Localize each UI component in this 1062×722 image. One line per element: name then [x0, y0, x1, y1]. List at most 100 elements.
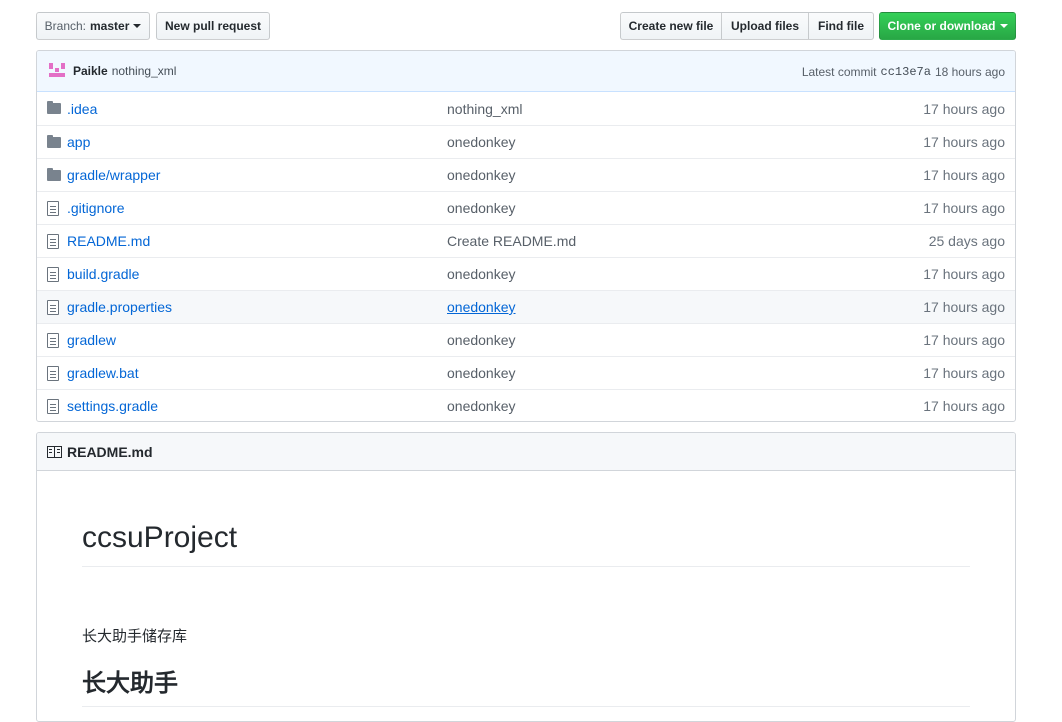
file-actions-group: Create new file Upload files Find file [620, 12, 874, 40]
file-name-cell: gradle/wrapper [67, 167, 447, 183]
file-row[interactable]: gradlew onedonkey 17 hours ago [37, 323, 1015, 356]
file-icon-cell [37, 365, 67, 381]
file-commit-message[interactable]: onedonkey [447, 134, 516, 150]
file-name-link[interactable]: gradle/wrapper [67, 167, 160, 183]
file-icon [47, 332, 59, 348]
file-icon [47, 398, 59, 414]
commit-meta: Latest commit cc13e7a 18 hours ago [802, 51, 1005, 92]
file-icon [47, 200, 59, 216]
file-commit-age: 17 hours ago [923, 200, 1005, 216]
file-commit-age: 17 hours ago [923, 365, 1005, 381]
chevron-down-icon [999, 24, 1008, 28]
clone-or-download-label: Clone or download [887, 19, 996, 33]
file-icon-cell [37, 200, 67, 216]
file-commit-age: 17 hours ago [923, 299, 1005, 315]
file-name-cell: app [67, 134, 447, 150]
readme-title: ccsuProject [82, 519, 970, 567]
file-icon [47, 299, 59, 315]
file-icon-cell [37, 299, 67, 315]
file-row[interactable]: gradle.properties onedonkey 17 hours ago [37, 290, 1015, 323]
file-name-link[interactable]: build.gradle [67, 266, 139, 282]
file-icon [47, 233, 59, 249]
file-name-link[interactable]: app [67, 134, 90, 150]
avatar[interactable] [47, 61, 67, 81]
file-name-link[interactable]: .gitignore [67, 200, 125, 216]
file-commit-message[interactable]: Create README.md [447, 233, 576, 249]
file-commit-age: 17 hours ago [923, 167, 1005, 183]
file-commit-age: 17 hours ago [923, 100, 1005, 117]
commit-author[interactable]: Paikle [73, 64, 108, 78]
file-name-cell: .gitignore [67, 200, 447, 216]
file-list: .idea nothing_xml 17 hours ago app onedonkey… [37, 92, 1015, 421]
file-row[interactable]: gradle/wrapper onedonkey 17 hours ago [37, 158, 1015, 191]
file-row[interactable]: .idea nothing_xml 17 hours ago [37, 92, 1015, 125]
file-toolbar: Branch: master New pull request Create n… [36, 12, 1016, 40]
file-commit-message[interactable]: onedonkey [447, 167, 516, 183]
file-name-cell: gradlew [67, 332, 447, 348]
file-commit-message[interactable]: onedonkey [447, 200, 516, 216]
folder-icon [47, 134, 61, 148]
commit-message[interactable]: nothing_xml [112, 64, 177, 78]
file-name-link[interactable]: gradlew.bat [67, 365, 139, 381]
file-name-cell: build.gradle [67, 266, 447, 282]
commit-tease: Paikle nothing_xml Latest commit cc13e7a… [37, 51, 1015, 92]
file-row[interactable]: settings.gradle onedonkey 17 hours ago [37, 389, 1015, 421]
readme-header: README.md [37, 433, 1015, 471]
file-icon-cell [37, 101, 67, 114]
upload-files-button[interactable]: Upload files [721, 12, 809, 40]
file-navigation: Paikle nothing_xml Latest commit cc13e7a… [36, 50, 1016, 422]
file-row[interactable]: .gitignore onedonkey 17 hours ago [37, 191, 1015, 224]
new-pull-request-button[interactable]: New pull request [156, 12, 270, 40]
file-commit-message[interactable]: onedonkey [447, 266, 516, 282]
commit-age: 18 hours ago [934, 64, 1005, 79]
file-commit-age: 25 days ago [928, 233, 1005, 249]
file-commit-age: 17 hours ago [923, 332, 1005, 348]
file-icon-cell [37, 398, 67, 414]
readme-description: 长大助手储存库 [82, 628, 188, 645]
folder-icon [47, 167, 61, 181]
branch-prefix: Branch: [44, 19, 86, 33]
readme-header-label: README.md [67, 443, 153, 460]
book-icon [47, 445, 62, 458]
folder-icon [47, 101, 61, 114]
file-name-link[interactable]: settings.gradle [67, 398, 158, 414]
file-name-cell: .idea [67, 101, 447, 117]
file-row[interactable]: app onedonkey 17 hours ago [37, 125, 1015, 158]
file-name-cell: gradlew.bat [67, 365, 447, 381]
chevron-down-icon [133, 24, 142, 28]
file-commit-message[interactable]: onedonkey [447, 299, 516, 315]
file-row[interactable]: gradlew.bat onedonkey 17 hours ago [37, 356, 1015, 389]
branch-select-button[interactable]: Branch: master [36, 12, 150, 40]
file-icon-cell [37, 332, 67, 348]
file-icon [47, 266, 59, 282]
file-icon-cell [37, 134, 67, 148]
file-commit-message[interactable]: onedonkey [447, 365, 516, 381]
branch-name: master [90, 19, 130, 33]
create-new-file-button[interactable]: Create new file [620, 12, 722, 40]
file-name-link[interactable]: README.md [67, 233, 150, 249]
commit-sha[interactable]: cc13e7a [881, 65, 931, 79]
readme-subtitle: 长大助手 [82, 667, 970, 707]
file-name-cell: README.md [67, 233, 447, 249]
file-commit-message[interactable]: nothing_xml [447, 101, 523, 117]
file-icon [47, 365, 59, 381]
clone-or-download-button[interactable]: Clone or download [879, 12, 1016, 40]
file-name-cell: gradle.properties [67, 299, 447, 315]
latest-commit-label: Latest commit [801, 64, 877, 79]
file-commit-age: 17 hours ago [923, 266, 1005, 282]
file-name-link[interactable]: .idea [67, 101, 97, 117]
file-row[interactable]: README.md Create README.md 25 days ago [37, 224, 1015, 257]
file-row[interactable]: build.gradle onedonkey 17 hours ago [37, 257, 1015, 290]
file-name-link[interactable]: gradlew [67, 332, 116, 348]
readme-panel: README.md ccsuProject 长大助手储存库 长大助手 [36, 432, 1016, 722]
file-commit-message[interactable]: onedonkey [447, 398, 516, 414]
file-name-link[interactable]: gradle.properties [67, 299, 172, 315]
file-icon-cell [37, 167, 67, 181]
file-commit-age: 17 hours ago [923, 134, 1005, 150]
file-icon-cell [37, 266, 67, 282]
file-icon-cell [37, 233, 67, 249]
find-file-button[interactable]: Find file [808, 12, 874, 40]
file-commit-message[interactable]: onedonkey [447, 332, 516, 348]
file-commit-age: 17 hours ago [923, 398, 1005, 414]
file-name-cell: settings.gradle [67, 398, 447, 414]
